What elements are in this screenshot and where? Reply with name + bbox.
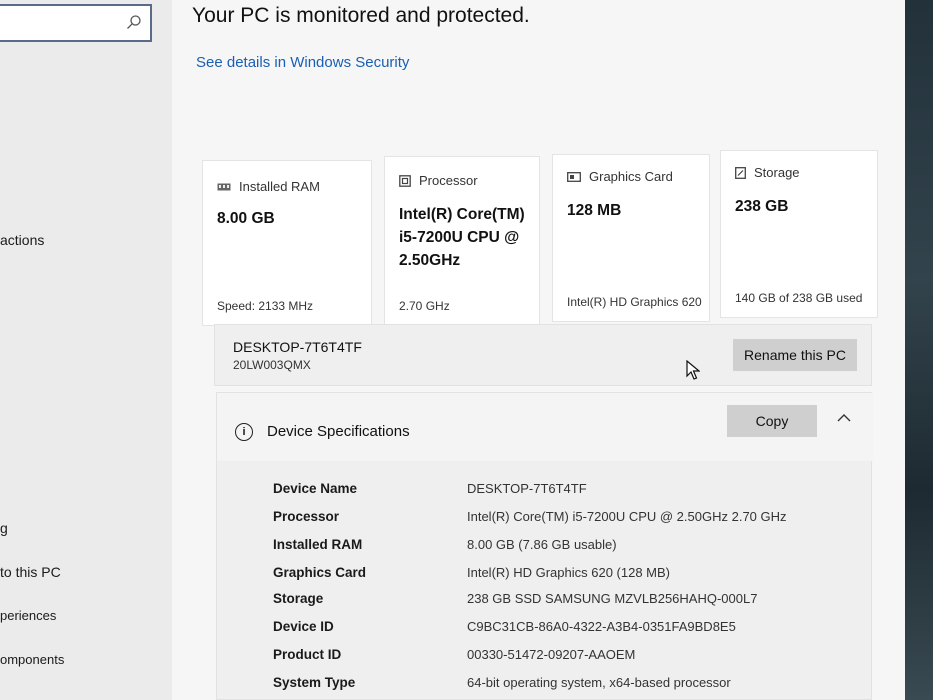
processor-card-title: Processor — [419, 173, 478, 188]
spec-value: 238 GB SSD SAMSUNG MZVLB256HAHQ-000L7 — [467, 591, 758, 606]
spec-value: 8.00 GB (7.86 GB usable) — [467, 537, 617, 552]
storage-card-footer: 140 GB of 238 GB used — [735, 291, 863, 305]
graphics-card-value: 128 MB — [567, 202, 622, 219]
info-icon: i — [235, 423, 253, 441]
spec-value: Intel(R) HD Graphics 620 (128 MB) — [467, 565, 671, 580]
processor-card-footer: 2.70 GHz — [399, 299, 450, 313]
spec-value: C9BC31CB-86A0-4322-A3B4-0351FA9BD8E5 — [467, 619, 736, 634]
pc-model: 20LW003QMX — [233, 358, 311, 372]
rename-pc-button[interactable]: Rename this PC — [733, 339, 857, 371]
ram-card-title: Installed RAM — [239, 179, 320, 194]
search-icon — [127, 15, 141, 29]
graphics-card-footer: Intel(R) HD Graphics 620 — [567, 295, 702, 309]
spec-row-installed-ram: Installed RAM 8.00 GB (7.86 GB usable) — [217, 537, 873, 563]
processor-card: Processor Intel(R) Core(TM) i5-7200U CPU… — [384, 156, 540, 326]
storage-card-value: 238 GB — [735, 198, 789, 215]
spec-label: System Type — [273, 675, 356, 690]
mouse-cursor-icon — [686, 360, 700, 380]
ram-icon — [217, 183, 231, 190]
spec-row-device-id: Device ID C9BC31CB-86A0-4322-A3B4-0351FA… — [217, 619, 873, 645]
spec-label: Device Name — [273, 481, 358, 496]
device-specifications-header[interactable]: i Device Specifications Copy — [217, 393, 873, 461]
spec-label: Product ID — [273, 647, 342, 662]
windows-security-link[interactable]: See details in Windows Security — [196, 54, 409, 71]
ram-card: Installed RAM 8.00 GB Speed: 2133 MHz — [202, 160, 372, 326]
sidebar-item-actions[interactable]: actions — [0, 232, 44, 248]
sidebar-item-g[interactable]: g — [0, 520, 8, 536]
sidebar: actions g to this PC periences omponents — [0, 0, 172, 700]
spec-label: Graphics Card — [273, 565, 367, 580]
spec-label: Installed RAM — [273, 537, 363, 552]
spec-label: Processor — [273, 509, 340, 524]
ram-card-footer: Speed: 2133 MHz — [217, 299, 314, 313]
processor-icon — [399, 174, 411, 187]
graphics-card-title: Graphics Card — [589, 169, 673, 184]
spec-value: Intel(R) Core(TM) i5-7200U CPU @ 2.50GHz… — [467, 509, 787, 524]
spec-label: Device ID — [273, 619, 334, 634]
main-content: Your PC is monitored and protected. See … — [172, 0, 905, 700]
sidebar-item-project-to-pc[interactable]: to this PC — [0, 564, 61, 580]
spec-row-storage: Storage 238 GB SSD SAMSUNG MZVLB256HAHQ-… — [217, 591, 873, 617]
spec-value: DESKTOP-7T6T4TF — [467, 481, 587, 496]
storage-card-title: Storage — [754, 165, 800, 180]
storage-icon — [735, 166, 746, 179]
spec-value: 00330-51472-09207-AAOEM — [467, 647, 636, 662]
sidebar-item-optional-components[interactable]: omponents — [0, 652, 64, 667]
page-title: Your PC is monitored and protected. — [192, 4, 530, 27]
spec-value: 64-bit operating system, x64-based proce… — [467, 675, 731, 690]
spec-label: Storage — [273, 591, 324, 606]
spec-row-processor: Processor Intel(R) Core(TM) i5-7200U CPU… — [217, 509, 873, 535]
settings-window: actions g to this PC periences omponents… — [0, 0, 905, 700]
graphics-card-icon — [567, 171, 581, 182]
pc-name-bar: DESKTOP-7T6T4TF 20LW003QMX Rename this P… — [214, 324, 872, 386]
spec-row-device-name: Device Name DESKTOP-7T6T4TF — [217, 481, 873, 507]
sidebar-item-shared-experiences[interactable]: periences — [0, 608, 56, 623]
spec-row-system-type: System Type 64-bit operating system, x64… — [217, 675, 873, 700]
device-specifications-panel: i Device Specifications Copy Device Name… — [216, 392, 873, 700]
chevron-up-icon[interactable] — [837, 413, 851, 423]
spec-row-product-id: Product ID 00330-51472-09207-AAOEM — [217, 647, 873, 673]
processor-card-value: Intel(R) Core(TM) i5-7200U CPU @ 2.50GHz — [399, 206, 525, 269]
pc-name: DESKTOP-7T6T4TF — [233, 339, 362, 355]
ram-card-value: 8.00 GB — [217, 210, 275, 227]
graphics-card-card: Graphics Card 128 MB Intel(R) HD Graphic… — [552, 154, 710, 322]
spec-row-graphics-card: Graphics Card Intel(R) HD Graphics 620 (… — [217, 565, 873, 591]
copy-button[interactable]: Copy — [727, 405, 817, 437]
device-specifications-title: Device Specifications — [267, 423, 410, 440]
storage-card: Storage 238 GB 140 GB of 238 GB used — [720, 150, 878, 318]
search-input[interactable] — [0, 4, 152, 42]
